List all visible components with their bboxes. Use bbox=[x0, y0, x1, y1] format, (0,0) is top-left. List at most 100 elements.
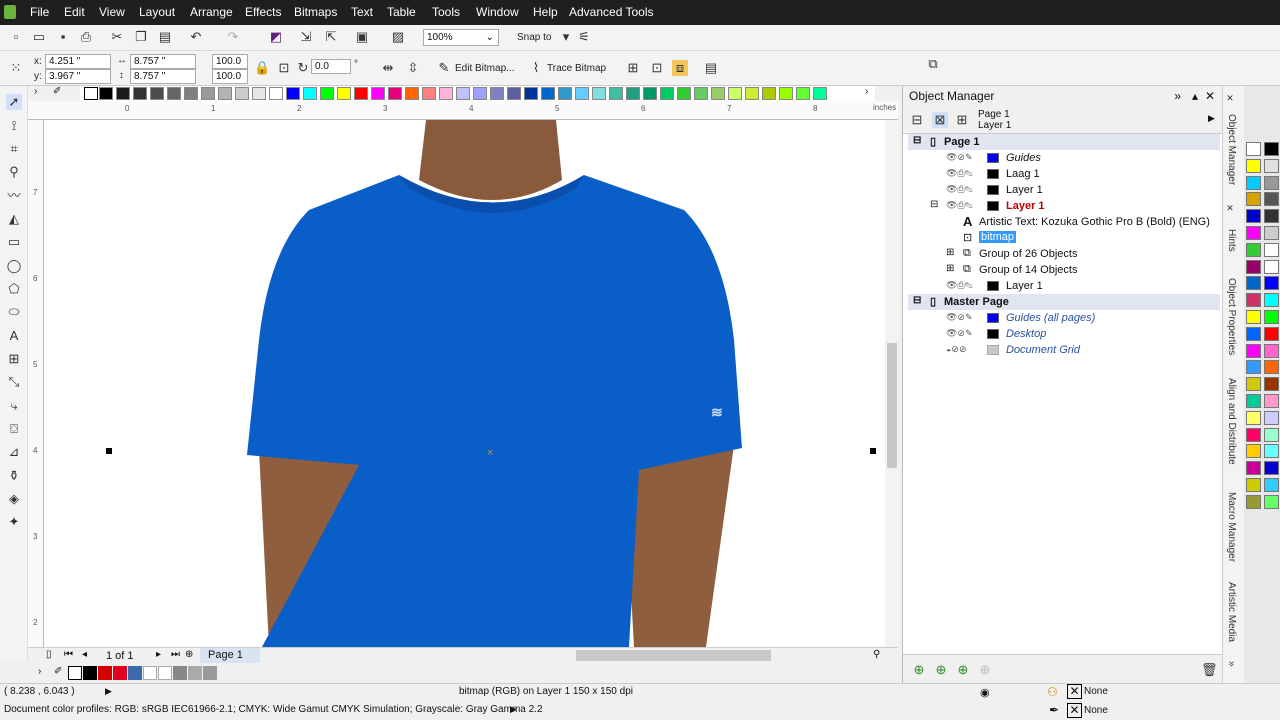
object-manager-menu-icon[interactable]: ▶ bbox=[1208, 113, 1215, 124]
horizontal-ruler[interactable]: 0 1 2 3 4 5 6 7 8 inches bbox=[28, 101, 898, 120]
color-swatch[interactable] bbox=[203, 666, 217, 680]
visibility-icons[interactable]: 👁⎙✎ bbox=[946, 168, 973, 179]
color-swatch[interactable] bbox=[575, 87, 589, 100]
visibility-icons[interactable]: 👁⊘✎ bbox=[946, 328, 973, 339]
color-swatch[interactable] bbox=[1264, 310, 1279, 324]
table-tool-icon[interactable]: ⊞ bbox=[6, 351, 22, 367]
basic-shapes-tool-icon[interactable]: ⬭ bbox=[6, 304, 22, 320]
color-swatch[interactable] bbox=[173, 666, 187, 680]
color-swatch[interactable] bbox=[1246, 427, 1261, 442]
tree-row-artistic-text[interactable]: A Artistic Text: Kozuka Gothic Pro B (Bo… bbox=[908, 214, 1220, 230]
text-tool-icon[interactable]: A bbox=[6, 328, 22, 344]
show-properties-icon[interactable]: ⊟ bbox=[909, 112, 925, 128]
print-icon[interactable]: ⎙ bbox=[78, 29, 94, 45]
color-swatch[interactable] bbox=[1264, 343, 1279, 358]
color-swatch[interactable] bbox=[541, 87, 555, 100]
height-field[interactable]: 8.757 " bbox=[130, 69, 196, 84]
menu-layout[interactable]: Layout bbox=[139, 5, 175, 19]
color-swatch[interactable] bbox=[388, 87, 402, 100]
color-swatch[interactable] bbox=[184, 87, 198, 100]
tab-hints[interactable]: Hints bbox=[1226, 229, 1237, 252]
color-swatch[interactable] bbox=[609, 87, 623, 100]
tab-align-distribute[interactable]: Align and Distribute bbox=[1226, 378, 1237, 465]
color-swatch[interactable] bbox=[1246, 192, 1261, 207]
color-swatch[interactable] bbox=[592, 87, 606, 100]
color-swatch[interactable] bbox=[796, 87, 810, 100]
trace-bitmap-button[interactable]: Trace Bitmap bbox=[547, 63, 606, 74]
color-swatch[interactable] bbox=[113, 666, 127, 680]
color-proof-icon[interactable]: ◉ bbox=[980, 686, 990, 699]
page-icon[interactable]: ▯ bbox=[46, 649, 52, 660]
tree-row-guides-all[interactable]: 👁⊘✎ Guides (all pages) bbox=[908, 310, 1220, 326]
color-swatch[interactable] bbox=[1246, 293, 1261, 308]
zoom-tool-icon[interactable]: ⚲ bbox=[6, 164, 22, 180]
last-page-icon[interactable]: ⏭ bbox=[171, 649, 180, 660]
tree-row-bitmap[interactable]: ⊡ bitmap bbox=[908, 230, 1220, 246]
tree-row-desktop[interactable]: 👁⊘✎ Desktop bbox=[908, 326, 1220, 342]
color-swatch[interactable] bbox=[83, 666, 97, 680]
color-swatch[interactable] bbox=[1246, 326, 1261, 341]
color-swatch[interactable] bbox=[269, 87, 283, 100]
color-swatch[interactable] bbox=[813, 87, 827, 100]
visibility-icons[interactable]: ◒⊘⊘ bbox=[946, 344, 967, 355]
crop-bitmap-icon[interactable]: ⊞ bbox=[625, 60, 641, 76]
color-swatch[interactable] bbox=[439, 87, 453, 100]
x-position-field[interactable]: 4.251 " bbox=[45, 54, 111, 69]
menu-bitmaps[interactable]: Bitmaps bbox=[294, 5, 337, 19]
color-swatch[interactable] bbox=[1264, 175, 1279, 190]
horizontal-scroll-thumb[interactable] bbox=[576, 650, 771, 661]
trace-bitmap-icon[interactable]: ⌇ bbox=[528, 60, 544, 76]
tab-close-icon[interactable]: ✕ bbox=[1226, 204, 1236, 214]
eyedropper-icon[interactable]: ✐ bbox=[53, 86, 61, 97]
color-swatch[interactable] bbox=[98, 666, 112, 680]
connector-tool-icon[interactable]: ⤷ bbox=[6, 398, 22, 414]
new-master-layer-icon[interactable]: ⊕ bbox=[933, 662, 949, 678]
cut-icon[interactable]: ✂ bbox=[109, 29, 125, 45]
color-swatch[interactable] bbox=[1246, 226, 1261, 240]
color-swatch[interactable] bbox=[286, 87, 300, 100]
color-swatch[interactable] bbox=[558, 87, 572, 100]
color-swatch[interactable] bbox=[626, 87, 640, 100]
color-swatch[interactable] bbox=[143, 666, 157, 680]
tree-row-document-grid[interactable]: ◒⊘⊘ Document Grid bbox=[908, 342, 1220, 358]
visibility-icons[interactable]: 👁⎙✎ bbox=[946, 200, 973, 211]
redo-icon[interactable]: ↷ bbox=[225, 29, 241, 45]
color-swatch[interactable] bbox=[1246, 276, 1261, 291]
menu-file[interactable]: File bbox=[30, 5, 49, 19]
expand-icon[interactable]: ⊞ bbox=[946, 247, 954, 258]
color-swatch[interactable] bbox=[1246, 394, 1261, 408]
color-swatch[interactable] bbox=[1246, 360, 1261, 375]
color-swatch[interactable] bbox=[1264, 293, 1279, 308]
tree-row-group-26[interactable]: ⊞ ⧉ Group of 26 Objects bbox=[908, 246, 1220, 262]
lock-ratio-icon[interactable]: 🔒 bbox=[254, 60, 270, 76]
color-swatch[interactable] bbox=[354, 87, 368, 100]
paste-icon[interactable]: ▤ bbox=[157, 29, 173, 45]
resample-icon[interactable]: ⊡ bbox=[649, 60, 665, 76]
selection-handle[interactable] bbox=[106, 448, 112, 454]
ellipse-tool-icon[interactable]: ◯ bbox=[6, 258, 22, 274]
object-origin-icon[interactable]: ⁙ bbox=[8, 60, 24, 76]
status-expand-icon[interactable]: ▶ bbox=[105, 686, 112, 697]
delete-icon[interactable]: 🗑 bbox=[1201, 662, 1218, 678]
new-master-layer-all-icon[interactable]: ⊕ bbox=[955, 662, 971, 678]
open-icon[interactable]: ▭ bbox=[31, 29, 47, 45]
color-swatch[interactable] bbox=[456, 87, 470, 100]
center-marker-icon[interactable]: × bbox=[487, 447, 493, 459]
tab-docker-close-icon[interactable]: ✕ bbox=[1226, 94, 1236, 104]
edit-bitmap-icon[interactable]: ✎ bbox=[436, 60, 452, 76]
color-swatch[interactable] bbox=[473, 87, 487, 100]
expand-icon[interactable]: ⊞ bbox=[946, 263, 954, 274]
wrap-text-icon[interactable]: ▤ bbox=[703, 60, 719, 76]
visibility-icons[interactable]: 👁⊘✎ bbox=[946, 312, 973, 323]
dimension-tool-icon[interactable]: ⤡ bbox=[6, 374, 22, 390]
tree-row-page-1[interactable]: ⊟ ▯ Page 1 bbox=[908, 134, 1220, 150]
color-swatch[interactable] bbox=[1246, 444, 1261, 459]
color-swatch[interactable] bbox=[507, 87, 521, 100]
color-swatch[interactable] bbox=[1264, 377, 1279, 392]
color-swatch[interactable] bbox=[1264, 276, 1279, 291]
minimize-docker-icon[interactable]: ▴ bbox=[1192, 89, 1198, 103]
width-field[interactable]: 8.757 " bbox=[130, 54, 196, 69]
drawing-canvas[interactable]: ≋ × bbox=[44, 120, 885, 647]
color-swatch[interactable] bbox=[1264, 158, 1279, 173]
color-swatch[interactable] bbox=[1246, 461, 1261, 476]
